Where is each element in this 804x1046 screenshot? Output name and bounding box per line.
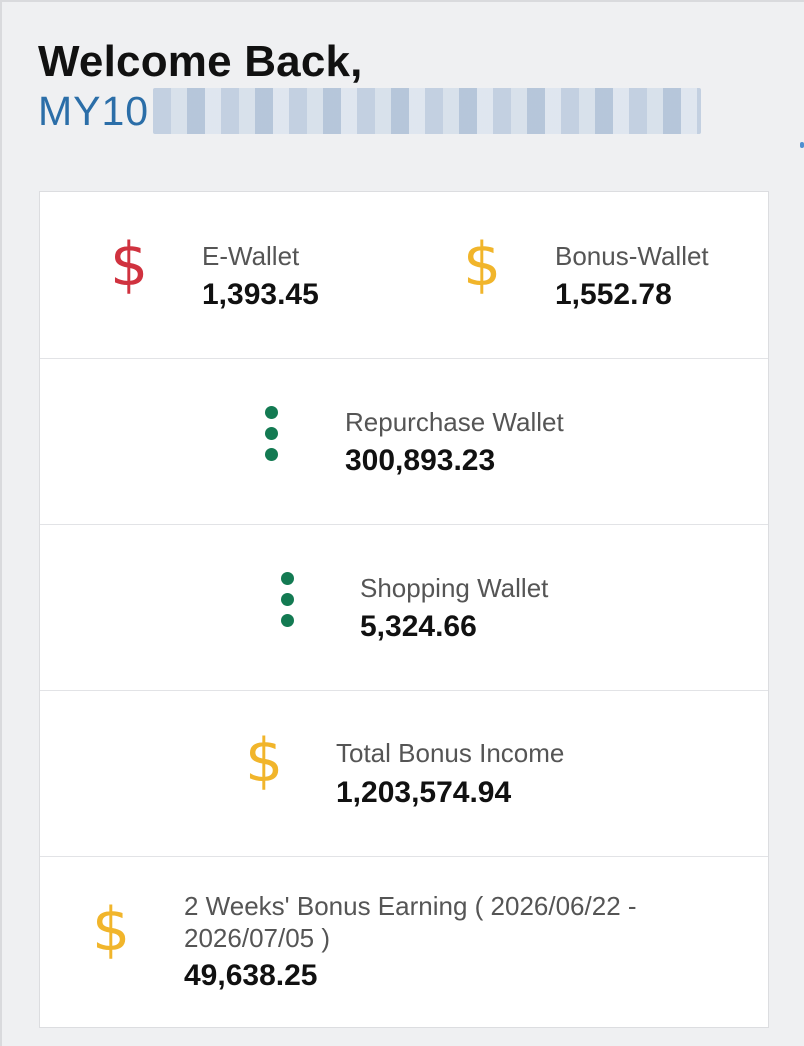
wallet-row-primary: $ E-Wallet 1,393.45 $ Bonus-Wallet 1,552… [40,192,768,359]
dollar-icon: $ [92,895,131,965]
ewallet-value: 1,393.45 [202,278,319,311]
welcome-heading: Welcome Back, [38,37,363,86]
dollar-icon: $ [110,230,149,300]
username-row: MY10 [38,85,702,137]
ewallet-label: E-Wallet [202,241,300,271]
dollar-icon: $ [245,726,284,796]
shopping-wallet-row[interactable]: Shopping Wallet 5,324.66 [40,525,768,691]
total-bonus-income-value: 1,203,574.94 [336,776,512,809]
dashboard-page: Welcome Back, MY10 $ E-Wallet 1,393.45 $… [0,0,804,1046]
total-bonus-income-row[interactable]: $ Total Bonus Income 1,203,574.94 [40,691,768,857]
repurchase-wallet-value: 300,893.23 [345,444,496,477]
wallet-summary-card: $ E-Wallet 1,393.45 $ Bonus-Wallet 1,552… [39,191,769,1028]
repurchase-wallet-row[interactable]: Repurchase Wallet 300,893.23 [40,359,768,525]
two-weeks-bonus-value: 49,638.25 [184,959,318,992]
dollar-icon: $ [463,230,502,300]
bonus-wallet-label: Bonus-Wallet [555,241,709,271]
two-weeks-bonus-label-line2: 2026/07/05 ) [184,923,331,953]
edge-marker [800,142,804,148]
shopping-wallet-label: Shopping Wallet [360,573,549,603]
total-bonus-income-label: Total Bonus Income [336,738,565,768]
repurchase-wallet-label: Repurchase Wallet [345,407,564,437]
vertical-dots-icon [264,406,280,462]
shopping-wallet-value: 5,324.66 [360,610,477,643]
redacted-username-blur [153,88,702,134]
two-weeks-bonus-row[interactable]: $ 2 Weeks' Bonus Earning ( 2026/06/22 - … [40,857,768,1027]
bonus-wallet-value: 1,552.78 [555,278,672,311]
two-weeks-bonus-label-line1: 2 Weeks' Bonus Earning ( 2026/06/22 - [184,891,637,921]
username-text: MY10 [38,88,150,134]
vertical-dots-icon [280,572,296,628]
